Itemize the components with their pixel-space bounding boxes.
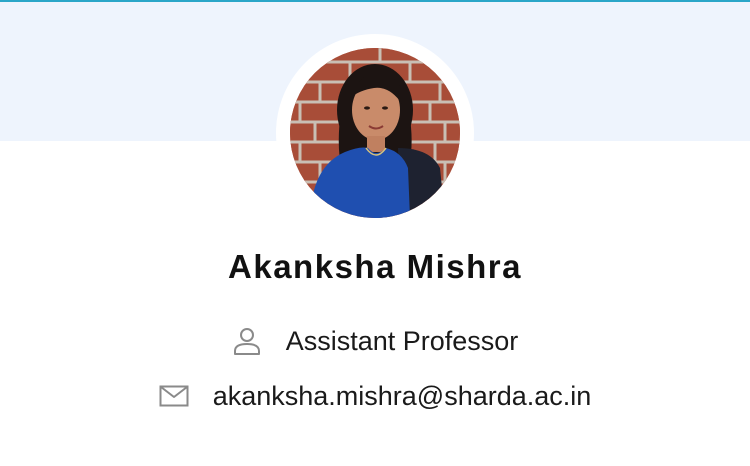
email-row: akanksha.mishra@sharda.ac.in [0,377,750,415]
envelope-icon [159,385,189,407]
person-icon [232,326,262,356]
profile-name: Akanksha Mishra [228,248,522,285]
avatar [290,48,460,218]
designation-text: Assistant Professor [285,325,519,356]
designation-row: Assistant Professor [0,322,750,360]
email-link[interactable]: akanksha.mishra@sharda.ac.in [213,381,592,412]
